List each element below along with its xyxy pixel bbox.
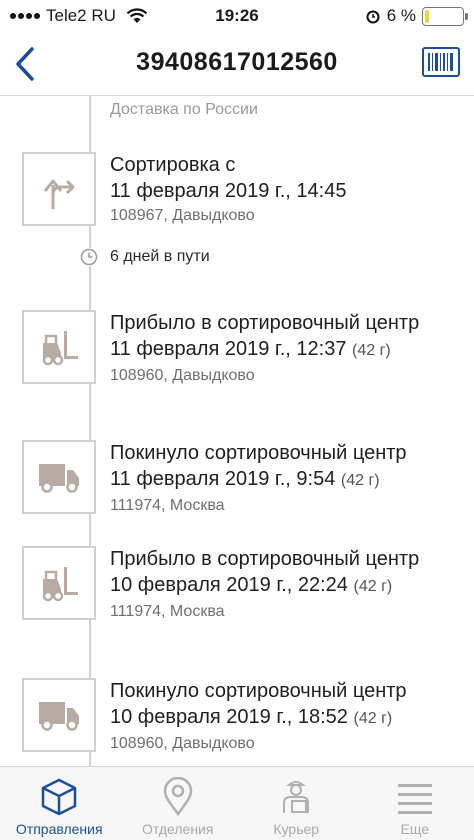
tab-label: Отправления [15,821,103,837]
event-title: Покинуло сортировочный центр [110,442,407,464]
event-title: Сортировка с [110,154,236,176]
event-date-text: 10 февраля 2019 г., 22:24 [110,574,348,596]
event-address: 108960, Давыдково [110,367,255,384]
tab-label: Курьер [273,821,320,837]
event-date-text: 11 февраля 2019 г., 12:37 [110,338,347,360]
tab-more[interactable]: Еще [356,767,474,840]
event-weight: (42 г) [353,578,393,595]
tab-label: Еще [400,821,430,837]
menu-icon [397,784,432,814]
event-date-text: 11 февраля 2019 г., 14:45 [110,180,347,202]
tab-shipments[interactable]: Отправления [0,767,119,840]
map-pin-icon [163,777,193,817]
event-weight: (42 г) [353,710,393,727]
event-title: Прибыло в сортировочный центр [110,312,420,334]
event-date: 10 февраля 2019 г., 22:24 (42 г) [110,572,460,600]
transit-duration: 6 дней в пути [80,248,210,266]
alarm-icon [366,10,380,24]
event-address: 108960, Давыдково [110,735,255,752]
battery-percent: 6 % [386,6,416,25]
status-bar: Tele2 RU 19:26 6 % [0,0,474,34]
tab-bar: Отправления Отделения Курьер Еще [0,766,474,840]
event-icon-box [22,152,96,226]
arrow-turn-icon [43,179,75,209]
event-date: 11 февраля 2019 г., 14:45 [110,178,460,204]
event-date-text: 10 февраля 2019 г., 18:52 [110,706,348,728]
truck-icon [39,464,79,493]
event-icon-box [22,440,96,514]
tracking-number-title: 39408617012560 [136,48,338,76]
tracking-timeline[interactable]: Доставка по России Сортировка с 11 февра… [0,96,474,766]
tab-offices[interactable]: Отделения [119,767,238,840]
forklift-icon [42,331,78,366]
event-date: 11 февраля 2019 г., 9:54 (42 г) [110,466,460,494]
event-title: Прибыло в сортировочный центр [110,548,420,570]
nav-header: 39408617012560 [0,34,474,96]
tab-courier[interactable]: Курьер [237,767,356,840]
event-date-text: 11 февраля 2019 г., 9:54 [110,468,336,490]
event-icon-box [22,546,96,620]
barcode-scan-icon[interactable] [422,47,460,77]
box-icon [42,778,77,816]
forklift-icon [42,567,78,602]
transit-note: 6 дней в пути [110,248,210,265]
section-label: Доставка по России [110,101,258,118]
event-icon-box [22,678,96,752]
truck-icon [39,702,79,731]
event-address: 111974, Москва [110,497,225,514]
event-weight: (42 г) [352,342,391,359]
event-date: 10 февраля 2019 г., 18:52 (42 г) [110,704,460,732]
courier-icon [283,781,310,813]
event-weight: (42 г) [340,472,380,489]
tab-label: Отделения [142,821,214,837]
battery-icon [422,6,468,26]
event-icon-box [22,310,96,384]
event-address: 108967, Давыдково [110,207,255,224]
event-title: Покинуло сортировочный центр [110,680,407,702]
clock-icon [80,248,98,266]
event-address: 111974, Москва [110,603,225,620]
event-date: 11 февраля 2019 г., 12:37 (42 г) [110,336,460,364]
